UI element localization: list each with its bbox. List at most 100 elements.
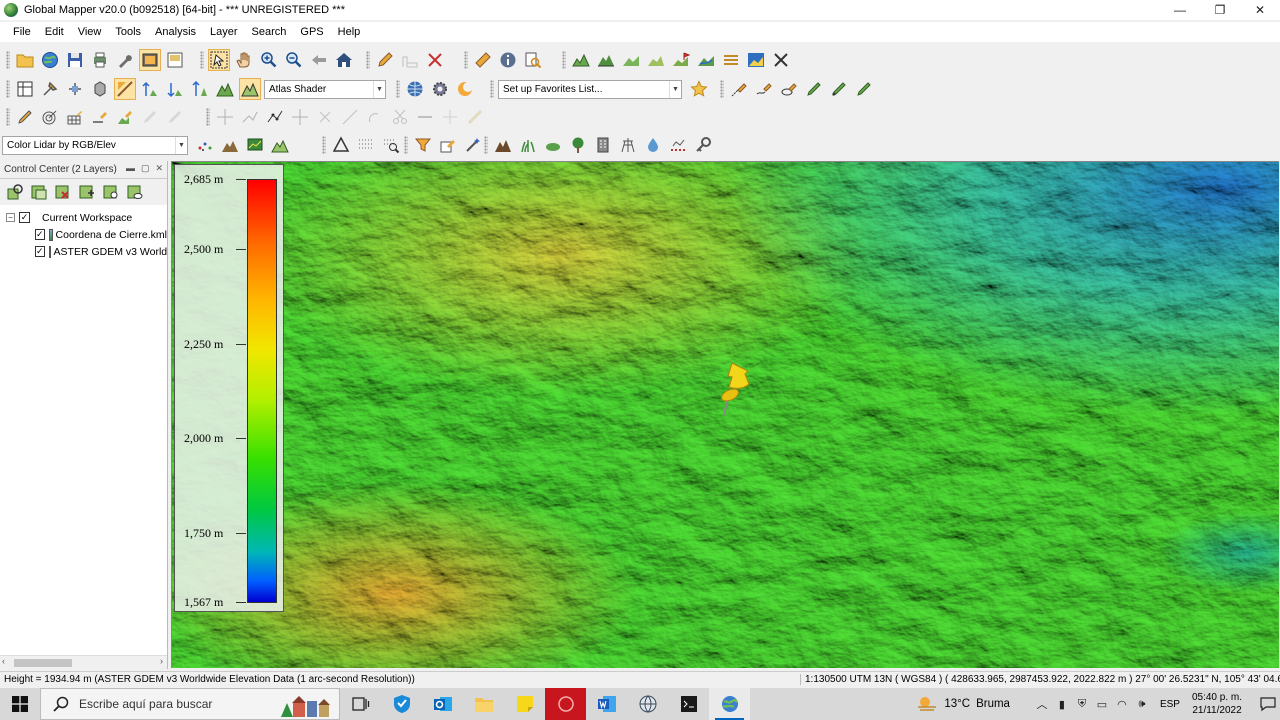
- extract-shrub-button[interactable]: [542, 134, 564, 156]
- pushpin-marker-icon[interactable]: [716, 357, 756, 417]
- usb-icon[interactable]: ▮: [1052, 698, 1072, 711]
- close-all-button[interactable]: [770, 49, 792, 71]
- day-night-button[interactable]: [454, 78, 476, 100]
- toolbar-grip[interactable]: [6, 51, 10, 69]
- triangle-button[interactable]: [330, 134, 352, 156]
- extract-trees-button[interactable]: [567, 134, 589, 156]
- pan-button[interactable]: [233, 49, 255, 71]
- online-data-button[interactable]: [39, 49, 61, 71]
- toolbar-grip[interactable]: [200, 51, 204, 69]
- lidar-terrain-button[interactable]: [219, 134, 241, 156]
- minimize-button[interactable]: —: [1160, 0, 1200, 20]
- taskbar-shield-app[interactable]: [381, 688, 422, 720]
- start-button[interactable]: [0, 688, 40, 720]
- overlay-control-button[interactable]: [139, 49, 161, 71]
- menu-layer[interactable]: Layer: [203, 26, 245, 38]
- workspace-checkbox[interactable]: ✓: [19, 212, 30, 223]
- toolbar-grip[interactable]: [206, 108, 210, 126]
- feature-info-button[interactable]: [497, 49, 519, 71]
- toolbar-grip[interactable]: [484, 136, 488, 154]
- map-layout-button[interactable]: [164, 49, 186, 71]
- panel-pin-icon[interactable]: ▬: [126, 163, 135, 174]
- hill-shading-button[interactable]: [239, 78, 261, 100]
- close-button[interactable]: ✕: [1240, 0, 1280, 20]
- toolbar-grip[interactable]: [562, 51, 566, 69]
- disabled-edit-button-1[interactable]: [139, 106, 161, 128]
- weather-widget[interactable]: 13°C Bruma: [916, 695, 1010, 713]
- taskbar-word-app[interactable]: [586, 688, 627, 720]
- cc-search-layer-button[interactable]: [100, 181, 122, 203]
- extract-water-button[interactable]: [642, 134, 664, 156]
- lidar-points-button[interactable]: [194, 134, 216, 156]
- security-tray-icon[interactable]: ⛨: [1072, 698, 1092, 711]
- extract-search-button[interactable]: [692, 134, 714, 156]
- toolbar-grip[interactable]: [720, 80, 724, 98]
- scale-button[interactable]: [339, 106, 361, 128]
- taskbar-clock[interactable]: 05:40 p. m. 21/11/2022: [1192, 691, 1242, 717]
- lidar-search-button[interactable]: [380, 134, 402, 156]
- menu-help[interactable]: Help: [331, 26, 368, 38]
- cc-view-layer-button[interactable]: [124, 181, 146, 203]
- map-view[interactable]: 2,685 m 2,500 m 2,250 m 2,000 m 1,750 m …: [171, 161, 1279, 668]
- delete-feature-button[interactable]: [424, 49, 446, 71]
- save-button[interactable]: [64, 49, 86, 71]
- cc-options-button[interactable]: [76, 181, 98, 203]
- grid-create-button[interactable]: [64, 106, 86, 128]
- taskbar-sticky-notes-app[interactable]: [504, 688, 545, 720]
- chevron-down-icon[interactable]: ▼: [175, 136, 187, 154]
- zoom-out-button[interactable]: [283, 49, 305, 71]
- taskbar-globe-app[interactable]: [627, 688, 668, 720]
- extract-vegetation-button[interactable]: [517, 134, 539, 156]
- taskbar-outlook-app[interactable]: [422, 688, 463, 720]
- cut-fill-button[interactable]: [720, 49, 742, 71]
- toolbar-grip[interactable]: [6, 80, 10, 98]
- scroll-right-icon[interactable]: ›: [160, 656, 163, 666]
- toolbar-grip[interactable]: [404, 136, 408, 154]
- menu-edit[interactable]: Edit: [38, 26, 71, 38]
- workspace-node[interactable]: − ✓ Current Workspace: [0, 209, 167, 226]
- split-line-button[interactable]: [89, 106, 111, 128]
- edit-vertex-button[interactable]: [828, 78, 850, 100]
- panel-float-icon[interactable]: ▢: [141, 163, 150, 174]
- 3d-view-button[interactable]: [745, 49, 767, 71]
- panel-close-icon[interactable]: ✕: [155, 163, 163, 174]
- overlay-button[interactable]: [14, 78, 36, 100]
- notifications-button[interactable]: [1256, 688, 1280, 720]
- collapse-toggle-icon[interactable]: −: [6, 213, 15, 222]
- menu-tools[interactable]: Tools: [108, 26, 148, 38]
- wand-button[interactable]: [462, 134, 484, 156]
- scissors-button[interactable]: [389, 106, 411, 128]
- draw-point-button[interactable]: [803, 78, 825, 100]
- elevation-up-button[interactable]: [139, 78, 161, 100]
- toolbar-grip[interactable]: [322, 136, 326, 154]
- favorites-button[interactable]: [688, 78, 710, 100]
- settings-button[interactable]: [429, 78, 451, 100]
- cube-button[interactable]: [89, 78, 111, 100]
- digitize-button[interactable]: [374, 49, 396, 71]
- join-button[interactable]: [414, 106, 436, 128]
- watershed-button[interactable]: [695, 49, 717, 71]
- elevation-down-button[interactable]: [164, 78, 186, 100]
- zoom-in-button[interactable]: [258, 49, 280, 71]
- cc-zoom-layer-button[interactable]: [4, 181, 26, 203]
- vertex-edit-button[interactable]: [264, 106, 286, 128]
- open-folder-button[interactable]: [14, 49, 36, 71]
- feature-button[interactable]: [39, 78, 61, 100]
- draw-line-button[interactable]: [728, 78, 750, 100]
- view-shed-button[interactable]: [595, 49, 617, 71]
- measure-button[interactable]: [399, 49, 421, 71]
- favorites-select[interactable]: Set up Favorites List... ▼: [498, 79, 682, 99]
- digitizer-select-button[interactable]: [208, 49, 230, 71]
- language-indicator[interactable]: ESP: [1160, 699, 1180, 710]
- taskbar-search-box[interactable]: Escribe aquí para buscar: [40, 688, 340, 720]
- toolbar-grip[interactable]: [6, 108, 10, 126]
- menu-gps[interactable]: GPS: [293, 26, 330, 38]
- wifi-icon[interactable]: ◠: [1112, 698, 1132, 711]
- extract-powerlines-button[interactable]: [617, 134, 639, 156]
- edit-feature-button[interactable]: [853, 78, 875, 100]
- shader-toggle-button[interactable]: [114, 78, 136, 100]
- layer-kml-checkbox[interactable]: ✓: [35, 229, 45, 240]
- vertical-exaggeration-button[interactable]: [189, 78, 211, 100]
- range-ring-button[interactable]: [39, 106, 61, 128]
- menu-analysis[interactable]: Analysis: [148, 26, 203, 38]
